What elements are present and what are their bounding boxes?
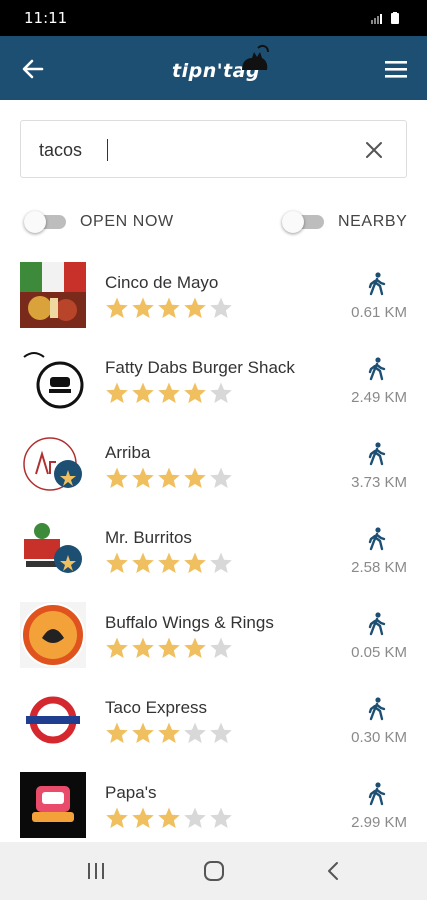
star-filled-icon [132, 807, 154, 828]
star-empty-icon [210, 722, 232, 743]
walk-icon [368, 357, 386, 381]
home-icon[interactable] [202, 860, 226, 882]
restaurant-name: Taco Express [105, 698, 208, 717]
result-item-arriba[interactable]: Arriba 3.73 KM [0, 422, 427, 507]
walk-icon [368, 782, 386, 806]
open-now-toggle[interactable] [24, 211, 68, 233]
star-filled-icon [106, 637, 128, 658]
toggle-thumb [24, 211, 46, 233]
status-bar: 11:11 [0, 0, 427, 36]
distance-label: 2.49 KM [351, 389, 407, 406]
star-filled-icon [106, 552, 128, 573]
nearby-label: NEARBY [338, 213, 408, 230]
back-arrow-icon[interactable] [16, 52, 50, 86]
distance-label: 2.99 KM [351, 814, 407, 831]
nearby-toggle[interactable] [282, 211, 326, 233]
toggle-thumb [282, 211, 304, 233]
system-nav-bar [0, 842, 427, 900]
star-filled-icon [132, 297, 154, 318]
result-item-fatty-dabs[interactable]: Fatty Dabs Burger Shack 2.49 KM [0, 337, 427, 422]
search-input[interactable] [39, 135, 339, 165]
result-item-mr-burritos[interactable]: Mr. Burritos 2.58 KM [0, 507, 427, 592]
distance-label: 2.58 KM [351, 559, 407, 576]
open-now-label: OPEN NOW [80, 213, 174, 230]
app-logo: tipn'tag [170, 44, 270, 92]
star-filled-icon [132, 637, 154, 658]
menu-icon[interactable] [383, 56, 409, 82]
star-filled-icon [106, 722, 128, 743]
restaurant-name: Fatty Dabs Burger Shack [105, 358, 295, 377]
restaurant-thumbnail [20, 602, 86, 668]
star-filled-icon [158, 382, 180, 403]
star-filled-icon [132, 382, 154, 403]
star-empty-icon [210, 807, 232, 828]
text-caret [107, 139, 108, 161]
distance-label: 0.30 KM [351, 729, 407, 746]
star-filled-icon [106, 382, 128, 403]
star-filled-icon [132, 722, 154, 743]
star-filled-icon [132, 552, 154, 573]
distance-label: 3.73 KM [351, 474, 407, 491]
status-time: 11:11 [24, 9, 68, 27]
filter-row: OPEN NOW NEARBY [0, 205, 427, 239]
star-filled-icon [106, 467, 128, 488]
restaurant-name: Arriba [105, 443, 151, 462]
restaurant-thumbnail [20, 262, 86, 328]
star-filled-icon [184, 637, 206, 658]
clear-search-icon[interactable] [364, 140, 384, 160]
star-filled-icon [184, 382, 206, 403]
star-filled-icon [158, 552, 180, 573]
star-filled-icon [106, 807, 128, 828]
walk-icon [368, 697, 386, 721]
star-empty-icon [210, 467, 232, 488]
cat-logo-icon [242, 44, 269, 70]
walk-icon [368, 272, 386, 296]
app-bar: tipn'tag [0, 36, 427, 100]
restaurant-name: Mr. Burritos [105, 528, 192, 547]
walk-icon [368, 612, 386, 636]
star-filled-icon [158, 722, 180, 743]
recent-apps-icon[interactable] [84, 860, 108, 882]
walk-icon [368, 442, 386, 466]
result-item-buffalo-wings-rings[interactable]: Buffalo Wings & Rings 0.05 KM [0, 592, 427, 677]
star-empty-icon [210, 297, 232, 318]
result-item-papas[interactable]: Papa's 2.99 KM [0, 762, 427, 847]
star-filled-icon [158, 467, 180, 488]
restaurant-name: Papa's [105, 783, 157, 802]
star-filled-icon [184, 297, 206, 318]
distance-label: 0.61 KM [351, 304, 407, 321]
star-filled-icon [184, 552, 206, 573]
search-box [20, 120, 407, 178]
star-empty-icon [184, 807, 206, 828]
restaurant-thumbnail [20, 517, 86, 583]
star-filled-icon [184, 467, 206, 488]
restaurant-name: Cinco de Mayo [105, 273, 219, 292]
star-filled-icon [158, 297, 180, 318]
distance-label: 0.05 KM [351, 644, 407, 661]
star-filled-icon [132, 467, 154, 488]
star-empty-icon [210, 552, 232, 573]
restaurant-thumbnail [20, 687, 86, 753]
signal-battery-icon [371, 12, 399, 24]
restaurant-name: Buffalo Wings & Rings [105, 613, 274, 632]
back-nav-icon[interactable] [322, 860, 346, 882]
star-filled-icon [106, 297, 128, 318]
restaurant-thumbnail [20, 772, 86, 838]
star-empty-icon [210, 382, 232, 403]
star-empty-icon [184, 722, 206, 743]
result-item-cinco-de-mayo[interactable]: Cinco de Mayo 0.61 KM [0, 252, 427, 337]
star-filled-icon [158, 637, 180, 658]
restaurant-thumbnail [20, 347, 86, 413]
star-filled-icon [158, 807, 180, 828]
result-item-taco-express[interactable]: Taco Express 0.30 KM [0, 677, 427, 762]
walk-icon [368, 527, 386, 551]
restaurant-thumbnail [20, 432, 86, 498]
star-empty-icon [210, 637, 232, 658]
